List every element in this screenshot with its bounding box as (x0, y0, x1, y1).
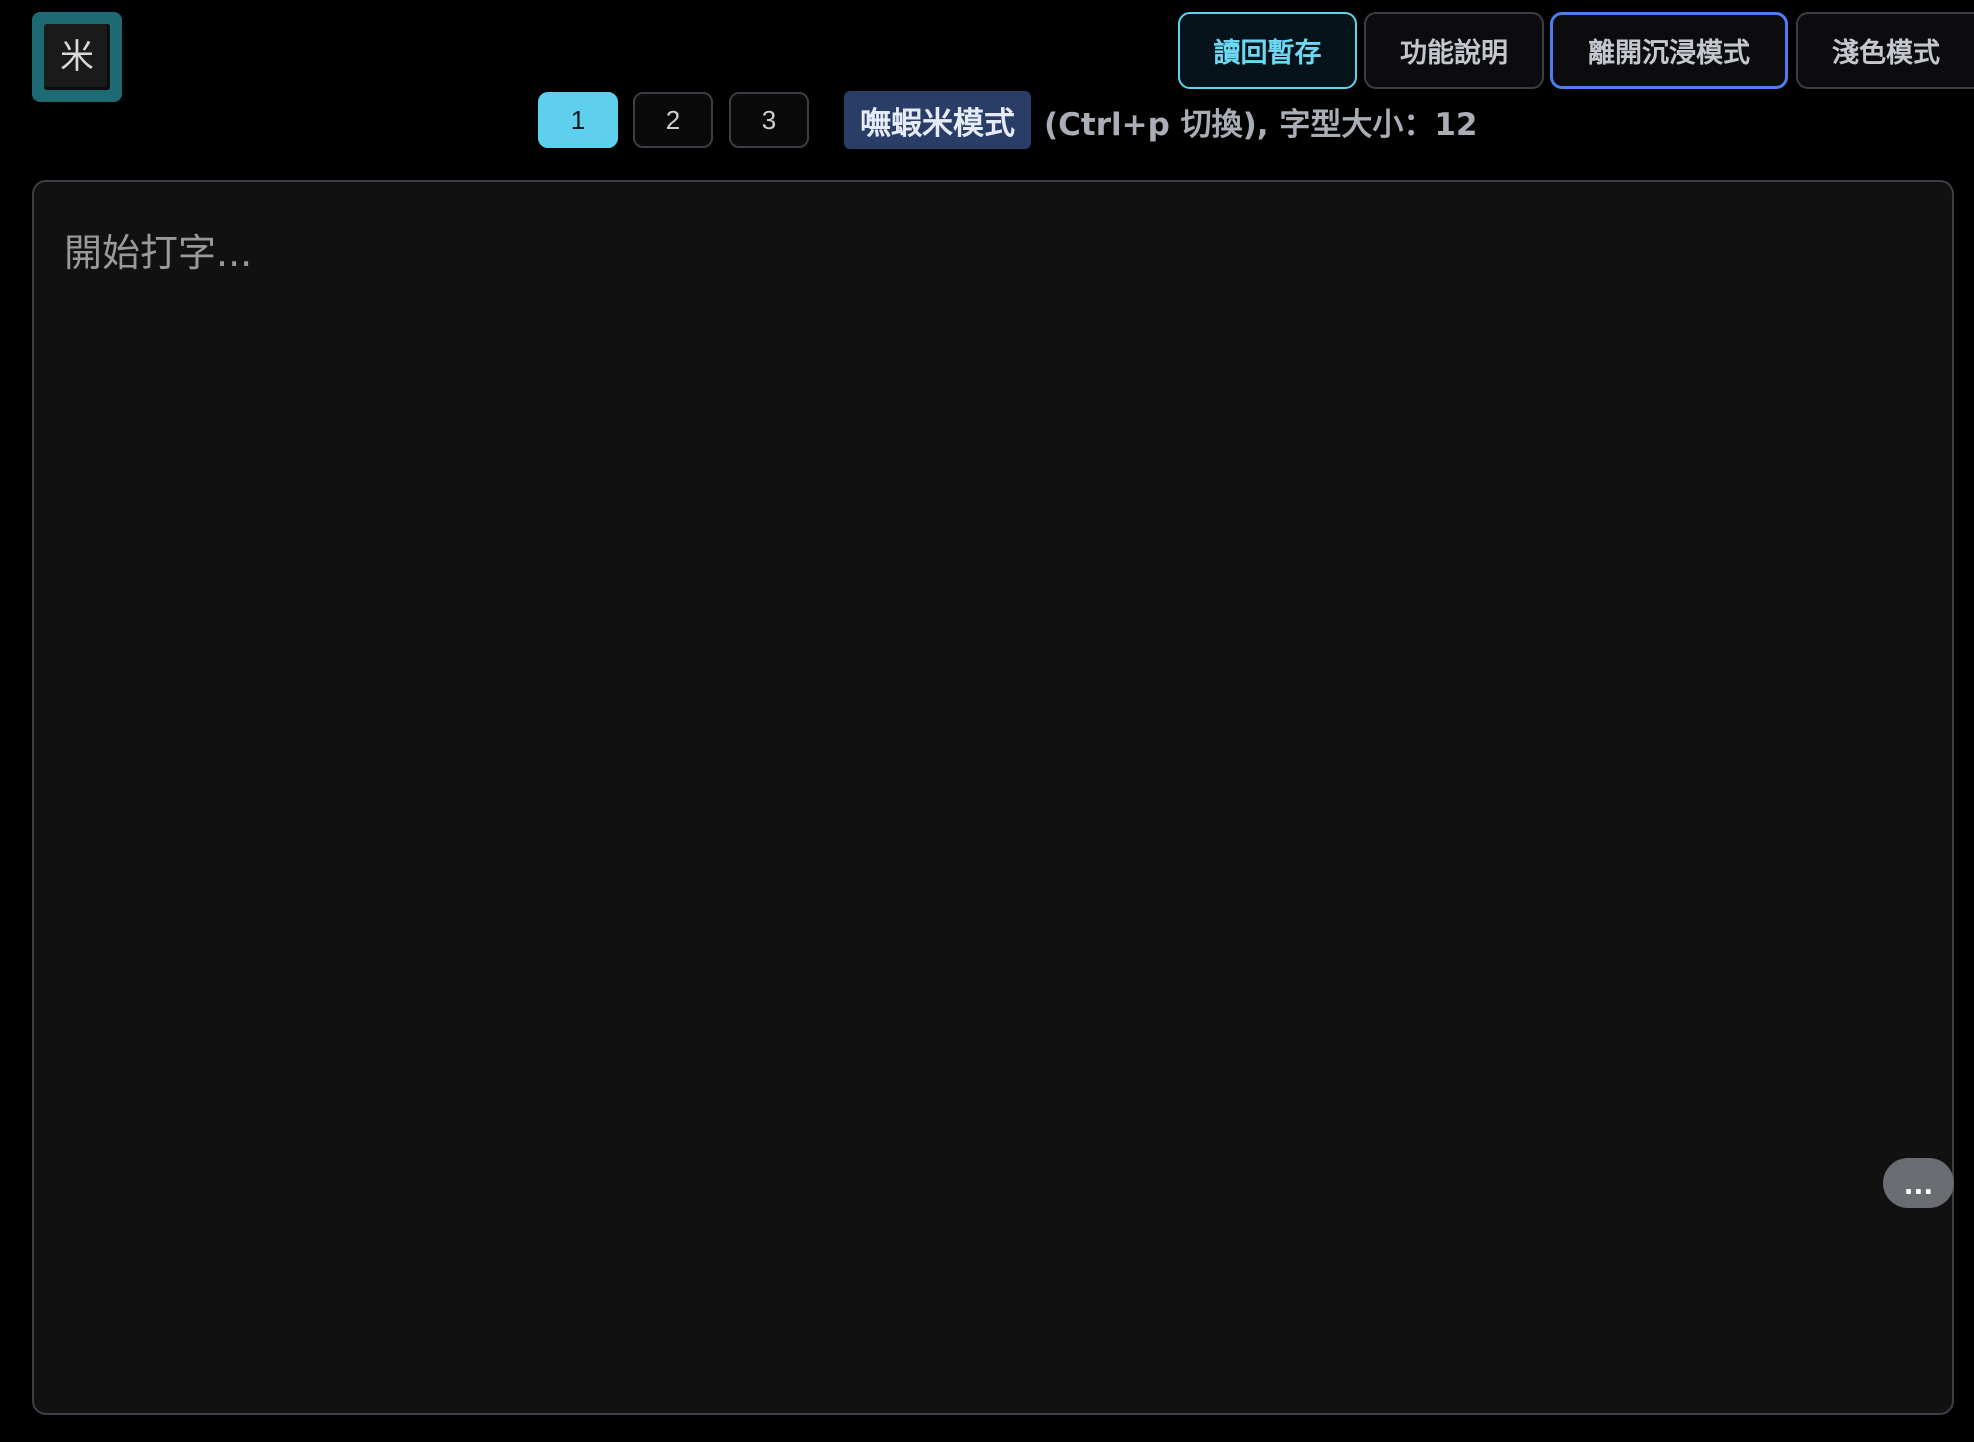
editor-container (32, 180, 1954, 1415)
input-mode-badge[interactable]: 嘸蝦米模式 (844, 91, 1031, 149)
help-button[interactable]: 功能說明 (1364, 12, 1544, 89)
app-logo: 米 (32, 12, 122, 102)
rice-character-icon: 米 (44, 24, 110, 90)
page-button-3[interactable]: 3 (729, 92, 809, 148)
load-draft-button[interactable]: 讀回暫存 (1178, 12, 1357, 89)
more-options-button[interactable]: ... (1883, 1158, 1954, 1208)
exit-immersive-mode-button[interactable]: 離開沉浸模式 (1550, 12, 1788, 89)
mode-hint-text: (Ctrl+p 切換), 字型大小：12 (1044, 106, 1478, 143)
light-mode-button[interactable]: 淺色模式 (1796, 12, 1974, 89)
page-button-2[interactable]: 2 (633, 92, 713, 148)
text-editor[interactable] (34, 182, 1952, 1413)
page-button-1[interactable]: 1 (538, 92, 618, 148)
